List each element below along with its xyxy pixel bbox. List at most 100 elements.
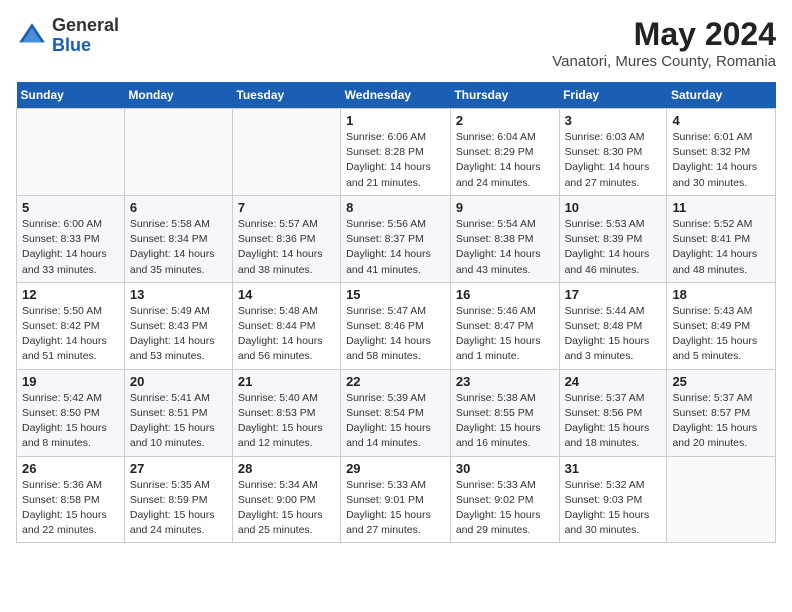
day-info: Sunrise: 5:32 AMSunset: 9:03 PMDaylight:… [565,478,662,539]
calendar-cell: 3 Sunrise: 6:03 AMSunset: 8:30 PMDaylight… [559,109,667,196]
day-number: 1 [346,113,445,128]
calendar-cell: 12 Sunrise: 5:50 AMSunset: 8:42 PMDayligh… [17,282,125,369]
weekday-header-friday: Friday [559,82,667,109]
logo-text: General Blue [52,16,119,56]
calendar-cell: 18 Sunrise: 5:43 AMSunset: 8:49 PMDayligh… [667,282,776,369]
day-number: 22 [346,374,445,389]
weekday-header-monday: Monday [124,82,232,109]
day-info: Sunrise: 5:44 AMSunset: 8:48 PMDaylight:… [565,304,662,365]
day-number: 12 [22,287,119,302]
day-number: 13 [130,287,227,302]
day-info: Sunrise: 5:53 AMSunset: 8:39 PMDaylight:… [565,217,662,278]
calendar-cell: 14 Sunrise: 5:48 AMSunset: 8:44 PMDayligh… [232,282,340,369]
calendar-cell: 17 Sunrise: 5:44 AMSunset: 8:48 PMDayligh… [559,282,667,369]
week-row-3: 12 Sunrise: 5:50 AMSunset: 8:42 PMDayligh… [17,282,776,369]
calendar-cell: 4Sunrise: 6:01 AMSunset: 8:32 PMDaylight… [667,109,776,196]
day-info: Sunrise: 6:04 AMSunset: 8:29 PMDaylight:… [456,130,554,191]
day-info: Sunrise: 5:33 AMSunset: 9:02 PMDaylight:… [456,478,554,539]
calendar-cell: 30 Sunrise: 5:33 AMSunset: 9:02 PMDayligh… [450,456,559,543]
day-info: Sunrise: 6:03 AMSunset: 8:30 PMDaylight:… [565,130,662,191]
calendar-cell: 7 Sunrise: 5:57 AMSunset: 8:36 PMDaylight… [232,195,340,282]
calendar-cell: 15Sunrise: 5:47 AMSunset: 8:46 PMDayligh… [341,282,451,369]
day-number: 4 [672,113,770,128]
day-info: Sunrise: 5:46 AMSunset: 8:47 PMDaylight:… [456,304,554,365]
calendar-cell: 24Sunrise: 5:37 AMSunset: 8:56 PMDayligh… [559,369,667,456]
calendar-cell: 19 Sunrise: 5:42 AMSunset: 8:50 PMDayligh… [17,369,125,456]
day-number: 16 [456,287,554,302]
day-info: Sunrise: 5:52 AMSunset: 8:41 PMDaylight:… [672,217,770,278]
calendar-cell: 9 Sunrise: 5:54 AMSunset: 8:38 PMDaylight… [450,195,559,282]
day-info: Sunrise: 5:33 AMSunset: 9:01 PMDaylight:… [346,478,445,539]
logo-blue: Blue [52,36,119,56]
calendar-cell: 28Sunrise: 5:34 AMSunset: 9:00 PMDayligh… [232,456,340,543]
calendar-cell: 22 Sunrise: 5:39 AMSunset: 8:54 PMDayligh… [341,369,451,456]
week-row-4: 19 Sunrise: 5:42 AMSunset: 8:50 PMDayligh… [17,369,776,456]
calendar-cell: 2 Sunrise: 6:04 AMSunset: 8:29 PMDaylight… [450,109,559,196]
calendar-cell: 25Sunrise: 5:37 AMSunset: 8:57 PMDayligh… [667,369,776,456]
calendar-cell [124,109,232,196]
day-info: Sunrise: 5:54 AMSunset: 8:38 PMDaylight:… [456,217,554,278]
day-number: 14 [238,287,335,302]
day-info: Sunrise: 5:58 AMSunset: 8:34 PMDaylight:… [130,217,227,278]
calendar-cell: 6Sunrise: 5:58 AMSunset: 8:34 PMDaylight… [124,195,232,282]
logo-general: General [52,16,119,36]
weekday-header-saturday: Saturday [667,82,776,109]
day-info: Sunrise: 5:50 AMSunset: 8:42 PMDaylight:… [22,304,119,365]
month-year: May 2024 [552,16,776,53]
day-number: 19 [22,374,119,389]
calendar-cell: 21 Sunrise: 5:40 AMSunset: 8:53 PMDayligh… [232,369,340,456]
day-number: 21 [238,374,335,389]
calendar-cell: 20Sunrise: 5:41 AMSunset: 8:51 PMDayligh… [124,369,232,456]
day-info: Sunrise: 6:06 AMSunset: 8:28 PMDaylight:… [346,130,445,191]
logo: General Blue [16,16,119,56]
day-number: 25 [672,374,770,389]
day-info: Sunrise: 5:39 AMSunset: 8:54 PMDaylight:… [346,391,445,452]
day-number: 18 [672,287,770,302]
calendar-cell [232,109,340,196]
day-info: Sunrise: 5:37 AMSunset: 8:56 PMDaylight:… [565,391,662,452]
day-info: Sunrise: 5:57 AMSunset: 8:36 PMDaylight:… [238,217,335,278]
day-info: Sunrise: 5:49 AMSunset: 8:43 PMDaylight:… [130,304,227,365]
day-info: Sunrise: 5:43 AMSunset: 8:49 PMDaylight:… [672,304,770,365]
week-row-2: 5Sunrise: 6:00 AMSunset: 8:33 PMDaylight… [17,195,776,282]
day-number: 9 [456,200,554,215]
day-info: Sunrise: 5:48 AMSunset: 8:44 PMDaylight:… [238,304,335,365]
day-number: 20 [130,374,227,389]
day-number: 31 [565,461,662,476]
day-number: 17 [565,287,662,302]
calendar-cell: 13 Sunrise: 5:49 AMSunset: 8:43 PMDayligh… [124,282,232,369]
logo-icon [16,20,48,52]
calendar-cell: 11 Sunrise: 5:52 AMSunset: 8:41 PMDayligh… [667,195,776,282]
day-number: 5 [22,200,119,215]
day-number: 7 [238,200,335,215]
day-info: Sunrise: 5:35 AMSunset: 8:59 PMDaylight:… [130,478,227,539]
day-info: Sunrise: 5:42 AMSunset: 8:50 PMDaylight:… [22,391,119,452]
calendar-cell: 10 Sunrise: 5:53 AMSunset: 8:39 PMDayligh… [559,195,667,282]
weekday-header-tuesday: Tuesday [232,82,340,109]
weekday-header-sunday: Sunday [17,82,125,109]
calendar-cell [667,456,776,543]
day-number: 28 [238,461,335,476]
week-row-1: 1 Sunrise: 6:06 AMSunset: 8:28 PMDaylight… [17,109,776,196]
calendar-cell: 27 Sunrise: 5:35 AMSunset: 8:59 PMDayligh… [124,456,232,543]
day-number: 27 [130,461,227,476]
calendar-cell: 8Sunrise: 5:56 AMSunset: 8:37 PMDaylight… [341,195,451,282]
day-number: 10 [565,200,662,215]
day-info: Sunrise: 5:38 AMSunset: 8:55 PMDaylight:… [456,391,554,452]
day-number: 3 [565,113,662,128]
day-info: Sunrise: 5:40 AMSunset: 8:53 PMDaylight:… [238,391,335,452]
location: Vanatori, Mures County, Romania [552,53,776,70]
day-info: Sunrise: 5:36 AMSunset: 8:58 PMDaylight:… [22,478,119,539]
day-number: 23 [456,374,554,389]
week-row-5: 26Sunrise: 5:36 AMSunset: 8:58 PMDayligh… [17,456,776,543]
calendar-cell: 26Sunrise: 5:36 AMSunset: 8:58 PMDayligh… [17,456,125,543]
day-number: 29 [346,461,445,476]
calendar-cell: 1 Sunrise: 6:06 AMSunset: 8:28 PMDaylight… [341,109,451,196]
calendar-cell: 16 Sunrise: 5:46 AMSunset: 8:47 PMDayligh… [450,282,559,369]
calendar-cell: 5Sunrise: 6:00 AMSunset: 8:33 PMDaylight… [17,195,125,282]
day-info: Sunrise: 5:56 AMSunset: 8:37 PMDaylight:… [346,217,445,278]
day-number: 30 [456,461,554,476]
day-number: 11 [672,200,770,215]
calendar-cell: 31 Sunrise: 5:32 AMSunset: 9:03 PMDayligh… [559,456,667,543]
day-number: 2 [456,113,554,128]
